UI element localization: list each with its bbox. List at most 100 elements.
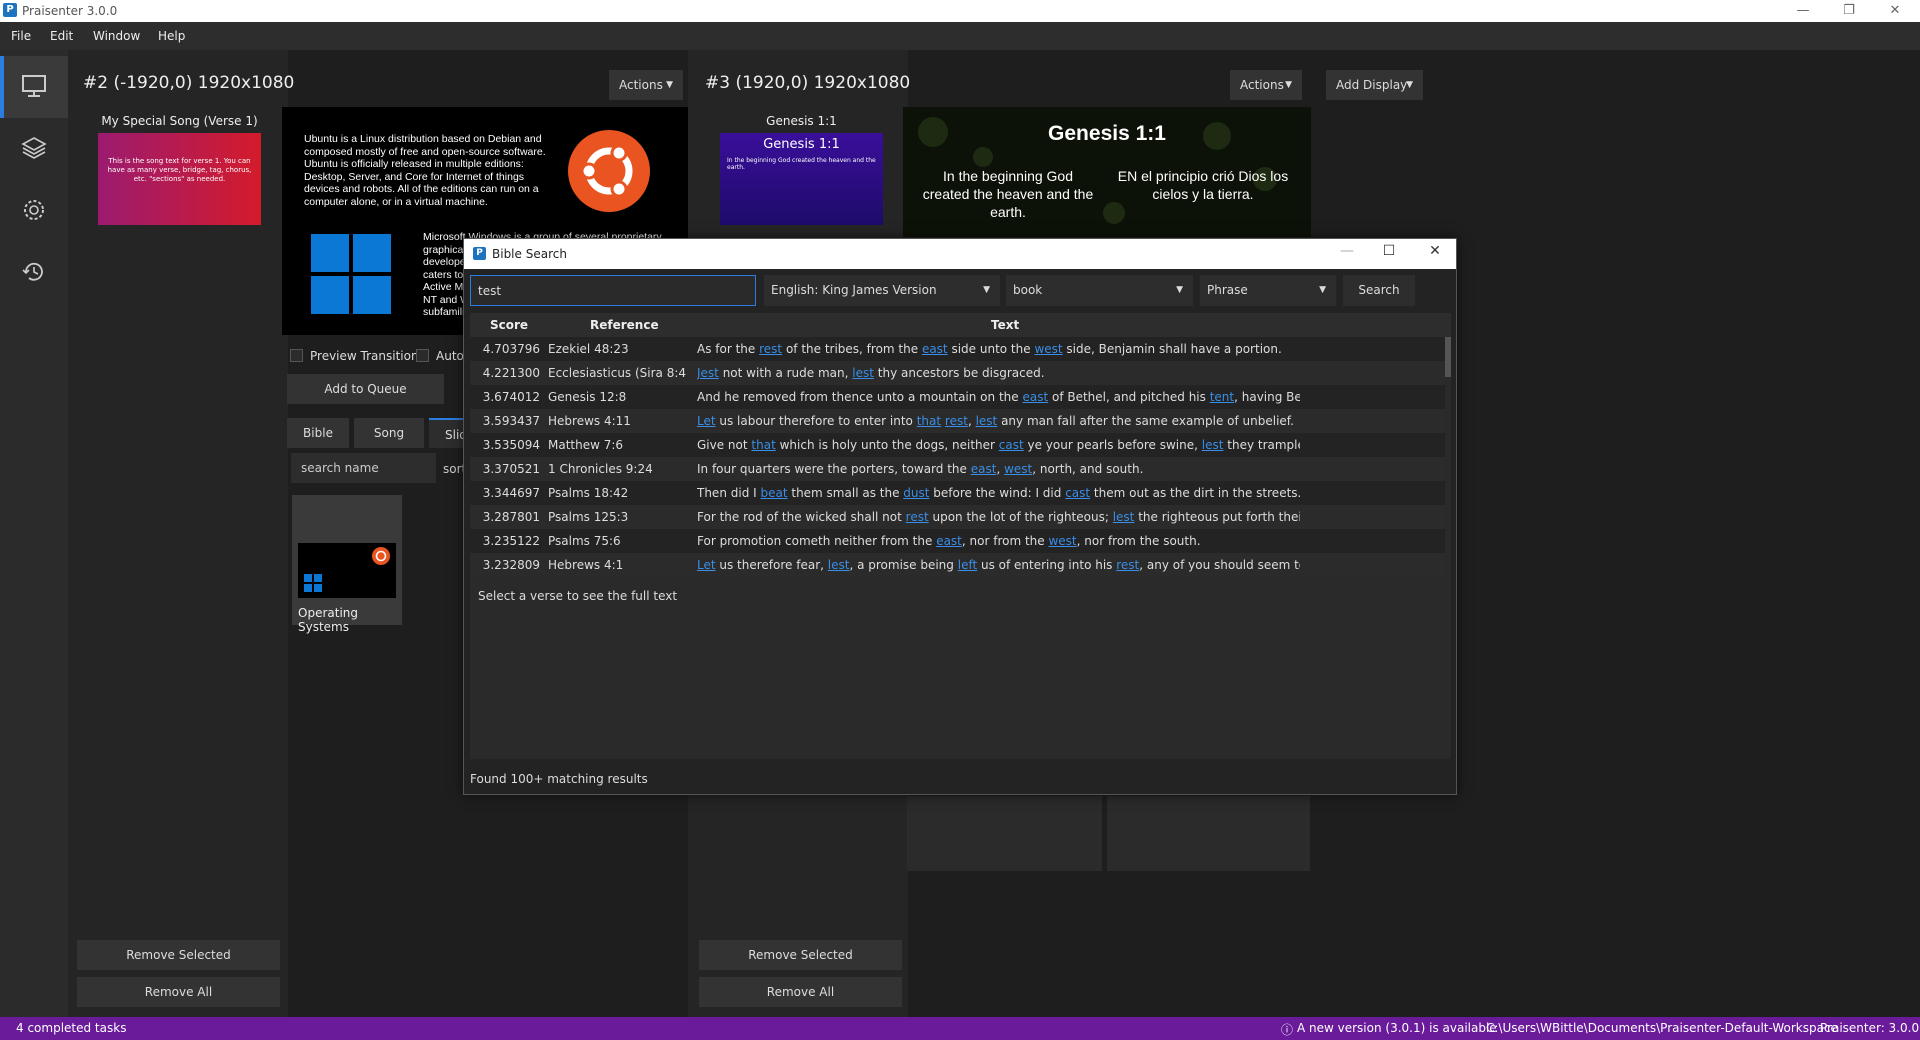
info-icon: ⓘ bbox=[1281, 1023, 1294, 1037]
match-highlight: east bbox=[921, 342, 948, 356]
sort-label[interactable]: sort bbox=[443, 462, 465, 476]
display3-remove-selected-button[interactable]: Remove Selected bbox=[699, 940, 902, 970]
table-row[interactable]: 4.703796 Ezekiel 48:23 As for the rest of … bbox=[470, 337, 1445, 361]
library-item[interactable]: Operating Systems bbox=[292, 495, 402, 634]
layers-icon bbox=[21, 137, 47, 159]
ubuntu-logo-icon bbox=[568, 130, 650, 212]
table-row[interactable]: 3.287801 Psalms 125:3 For the rod of the w… bbox=[470, 505, 1445, 529]
verse-text-cell: Then did I beat them small as the dust b… bbox=[697, 481, 1300, 505]
display3-remove-all-button[interactable]: Remove All bbox=[699, 977, 902, 1007]
verse-text-cell: Let us labour therefore to enter into th… bbox=[697, 409, 1300, 433]
left-nav bbox=[0, 50, 68, 1017]
add-to-queue-button[interactable]: Add to Queue bbox=[287, 374, 444, 404]
chevron-down-icon: ▼ bbox=[1285, 80, 1292, 90]
auto-checkbox[interactable] bbox=[416, 349, 429, 362]
close-icon[interactable]: ✕ bbox=[1415, 243, 1455, 259]
minimize-icon[interactable]: — bbox=[1780, 0, 1826, 22]
table-row[interactable]: 3.674012 Genesis 12:8 And he removed from … bbox=[470, 385, 1445, 409]
menu-file[interactable]: File bbox=[11, 29, 31, 43]
reference-cell: Hebrews 4:11 bbox=[548, 414, 631, 428]
add-display-button[interactable]: Add Display ▼ bbox=[1326, 70, 1423, 100]
table-row[interactable]: 3.344697 Psalms 18:42 Then did I beat them… bbox=[470, 481, 1445, 505]
scrollbar-thumb[interactable] bbox=[1445, 337, 1451, 377]
reference-column-header[interactable]: Reference bbox=[590, 318, 659, 332]
display3-preview: Genesis 1:1 In the beginning God created… bbox=[903, 107, 1311, 237]
nav-library[interactable] bbox=[0, 118, 68, 180]
tab-song[interactable]: Song bbox=[354, 418, 424, 448]
maximize-icon[interactable]: ☐ bbox=[1369, 243, 1409, 259]
workspace-path: C:\Users\WBittle\Documents\Praisenter-De… bbox=[1486, 1021, 1838, 1035]
verse-text-segment: us of entering into his bbox=[977, 558, 1117, 572]
display3-slide-thumbnail[interactable]: Genesis 1:1 In the beginning God created… bbox=[720, 133, 883, 225]
reference-cell: Psalms 18:42 bbox=[548, 486, 629, 500]
verse-text-segment: them out as the dirt in the streets. bbox=[1090, 486, 1300, 500]
menu-window[interactable]: Window bbox=[93, 29, 140, 43]
verse-text-segment: , any of you should seem to come short o… bbox=[1139, 558, 1300, 572]
display2-remove-selected-button[interactable]: Remove Selected bbox=[77, 940, 280, 970]
verse-text-segment: , having Bethel on the bbox=[1234, 390, 1300, 404]
close-icon[interactable]: ✕ bbox=[1872, 0, 1918, 22]
tab-slide[interactable]: Slide bbox=[429, 418, 464, 448]
results-scrollbar[interactable] bbox=[1445, 337, 1451, 577]
match-highlight: rest bbox=[944, 414, 968, 428]
verse-text-segment: As for the bbox=[697, 342, 760, 356]
search-mode-select[interactable]: Phrase ▼ bbox=[1200, 275, 1336, 306]
display3-actions-button[interactable]: Actions ▼ bbox=[1230, 70, 1302, 100]
tasks-status[interactable]: 4 completed tasks bbox=[16, 1021, 126, 1035]
nav-settings[interactable] bbox=[0, 180, 68, 242]
background-bubble bbox=[973, 147, 993, 167]
book-select[interactable]: book ▼ bbox=[1006, 275, 1193, 306]
nav-displays[interactable] bbox=[0, 56, 68, 118]
bible-version-select[interactable]: English: King James Version ▼ bbox=[764, 275, 1000, 306]
table-row[interactable]: 4.221300 Ecclesiasticus (Sira 8:4 Jest not… bbox=[470, 361, 1445, 385]
verse-text-segment: any man fall after the same example of u… bbox=[997, 414, 1294, 428]
restore-icon[interactable]: ❐ bbox=[1826, 0, 1872, 22]
match-highlight: west bbox=[1034, 342, 1063, 356]
preview-transition-checkbox[interactable] bbox=[290, 349, 303, 362]
windows-logo-icon bbox=[311, 234, 391, 314]
score-column-header[interactable]: Score bbox=[490, 318, 528, 332]
menu-edit[interactable]: Edit bbox=[50, 29, 73, 43]
search-name-input[interactable]: search name bbox=[291, 453, 436, 483]
match-highlight: west bbox=[1004, 462, 1033, 476]
match-highlight: beat bbox=[760, 486, 788, 500]
monitor-icon bbox=[22, 75, 46, 97]
match-highlight: left bbox=[957, 558, 978, 572]
match-highlight: that bbox=[751, 438, 776, 452]
table-row[interactable]: 3.370521 1 Chronicles 9:24 In four quarter… bbox=[470, 457, 1445, 481]
score-cell: 3.674012 bbox=[482, 390, 540, 404]
menu-help[interactable]: Help bbox=[158, 29, 185, 43]
verse-text-segment: For promotion cometh neither from the bbox=[697, 534, 937, 548]
reference-cell: Hebrews 4:1 bbox=[548, 558, 624, 572]
display2-actions-button[interactable]: Actions ▼ bbox=[609, 70, 683, 100]
tab-bible[interactable]: Bible bbox=[287, 418, 349, 448]
table-row[interactable]: 3.232809 Hebrews 4:1 Let us therefore fear… bbox=[470, 553, 1445, 577]
library-item-label: Operating Systems bbox=[298, 606, 358, 634]
update-notice[interactable]: A new version (3.0.1) is available bbox=[1297, 1021, 1497, 1035]
verse-text-segment: side unto the bbox=[947, 342, 1035, 356]
search-button[interactable]: Search bbox=[1343, 275, 1415, 306]
match-highlight: lest bbox=[1112, 510, 1135, 524]
match-highlight: rest bbox=[1116, 558, 1140, 572]
table-row[interactable]: 3.593437 Hebrews 4:11 Let us labour theref… bbox=[470, 409, 1445, 433]
preview-transition-label: Preview Transition bbox=[310, 349, 419, 363]
verse-text-cell: In four quarters were the porters, towar… bbox=[697, 457, 1300, 481]
match-highlight: Let bbox=[697, 414, 716, 428]
match-highlight: east bbox=[970, 462, 997, 476]
bible-version-value: English: King James Version bbox=[771, 283, 937, 297]
verse-text-cell: Give not that which is holy unto the dog… bbox=[697, 433, 1300, 457]
minimize-icon[interactable]: — bbox=[1327, 243, 1367, 259]
match-highlight: rest bbox=[759, 342, 783, 356]
text-column-header[interactable]: Text bbox=[991, 318, 1019, 332]
reference-cell: Ecclesiasticus (Sira 8:4 bbox=[548, 366, 687, 380]
verse-text-segment: which is holy unto the dogs, neither bbox=[775, 438, 999, 452]
match-highlight: tent bbox=[1209, 390, 1235, 404]
table-row[interactable]: 3.535094 Matthew 7:6 Give not that which i… bbox=[470, 433, 1445, 457]
display2-remove-all-button[interactable]: Remove All bbox=[77, 977, 280, 1007]
search-input[interactable]: test bbox=[470, 275, 756, 306]
table-row[interactable]: 3.235122 Psalms 75:6 For promotion cometh … bbox=[470, 529, 1445, 553]
match-highlight: dust bbox=[903, 486, 930, 500]
score-cell: 3.535094 bbox=[482, 438, 540, 452]
nav-history[interactable] bbox=[0, 242, 68, 304]
display2-slide-thumbnail[interactable]: This is the song text for verse 1. You c… bbox=[98, 133, 261, 225]
